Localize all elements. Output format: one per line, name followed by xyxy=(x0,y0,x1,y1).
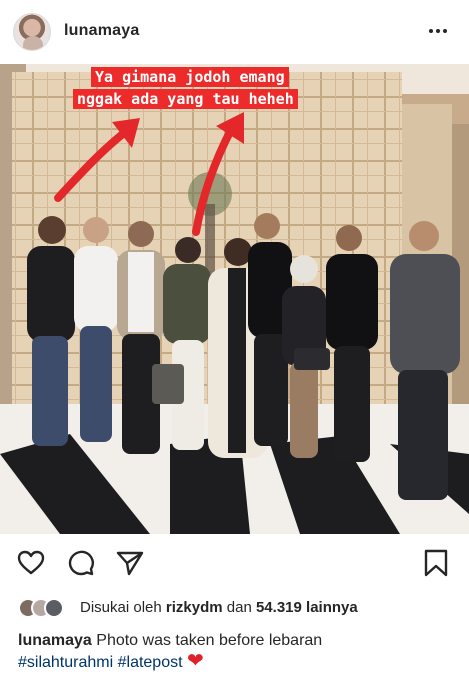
heart-outline-icon[interactable] xyxy=(16,548,46,578)
photo-illustration xyxy=(0,64,469,534)
heart-emoji: ❤ xyxy=(187,650,204,672)
likes-prefix: Disukai oleh xyxy=(80,599,162,616)
comment-bubble-icon[interactable] xyxy=(66,548,96,578)
post-header: lunamaya xyxy=(0,0,469,64)
caption-text: Photo was taken before lebaran xyxy=(96,632,323,649)
likes-suffix[interactable]: lainnya xyxy=(306,599,358,616)
likes-text[interactable]: Disukai oleh rizkydm dan 54.319 lainnya xyxy=(80,599,358,616)
more-options-icon[interactable] xyxy=(429,20,451,40)
liker-username[interactable]: rizkydm xyxy=(166,599,223,616)
liker-avatars xyxy=(18,597,66,619)
post-photo[interactable] xyxy=(0,64,469,534)
hashtag-link[interactable]: #latepost xyxy=(118,654,183,671)
avatar[interactable] xyxy=(13,13,51,51)
overlay-text-line-2: nggak ada yang tau heheh xyxy=(73,89,298,109)
post-username[interactable]: lunamaya xyxy=(64,22,139,40)
likes-count[interactable]: 54.319 xyxy=(256,599,302,616)
avatar xyxy=(44,598,64,618)
hashtag-link[interactable]: #silahturahmi xyxy=(18,654,113,671)
action-bar xyxy=(0,540,469,588)
likes-connector: dan xyxy=(226,599,252,616)
bookmark-icon[interactable] xyxy=(421,548,451,578)
post-caption: lunamaya Photo was taken before lebaran … xyxy=(18,630,458,674)
overlay-text-line-1: Ya gimana jodoh emang xyxy=(91,67,289,87)
caption-username[interactable]: lunamaya xyxy=(18,632,92,649)
paper-plane-icon[interactable] xyxy=(115,548,145,578)
